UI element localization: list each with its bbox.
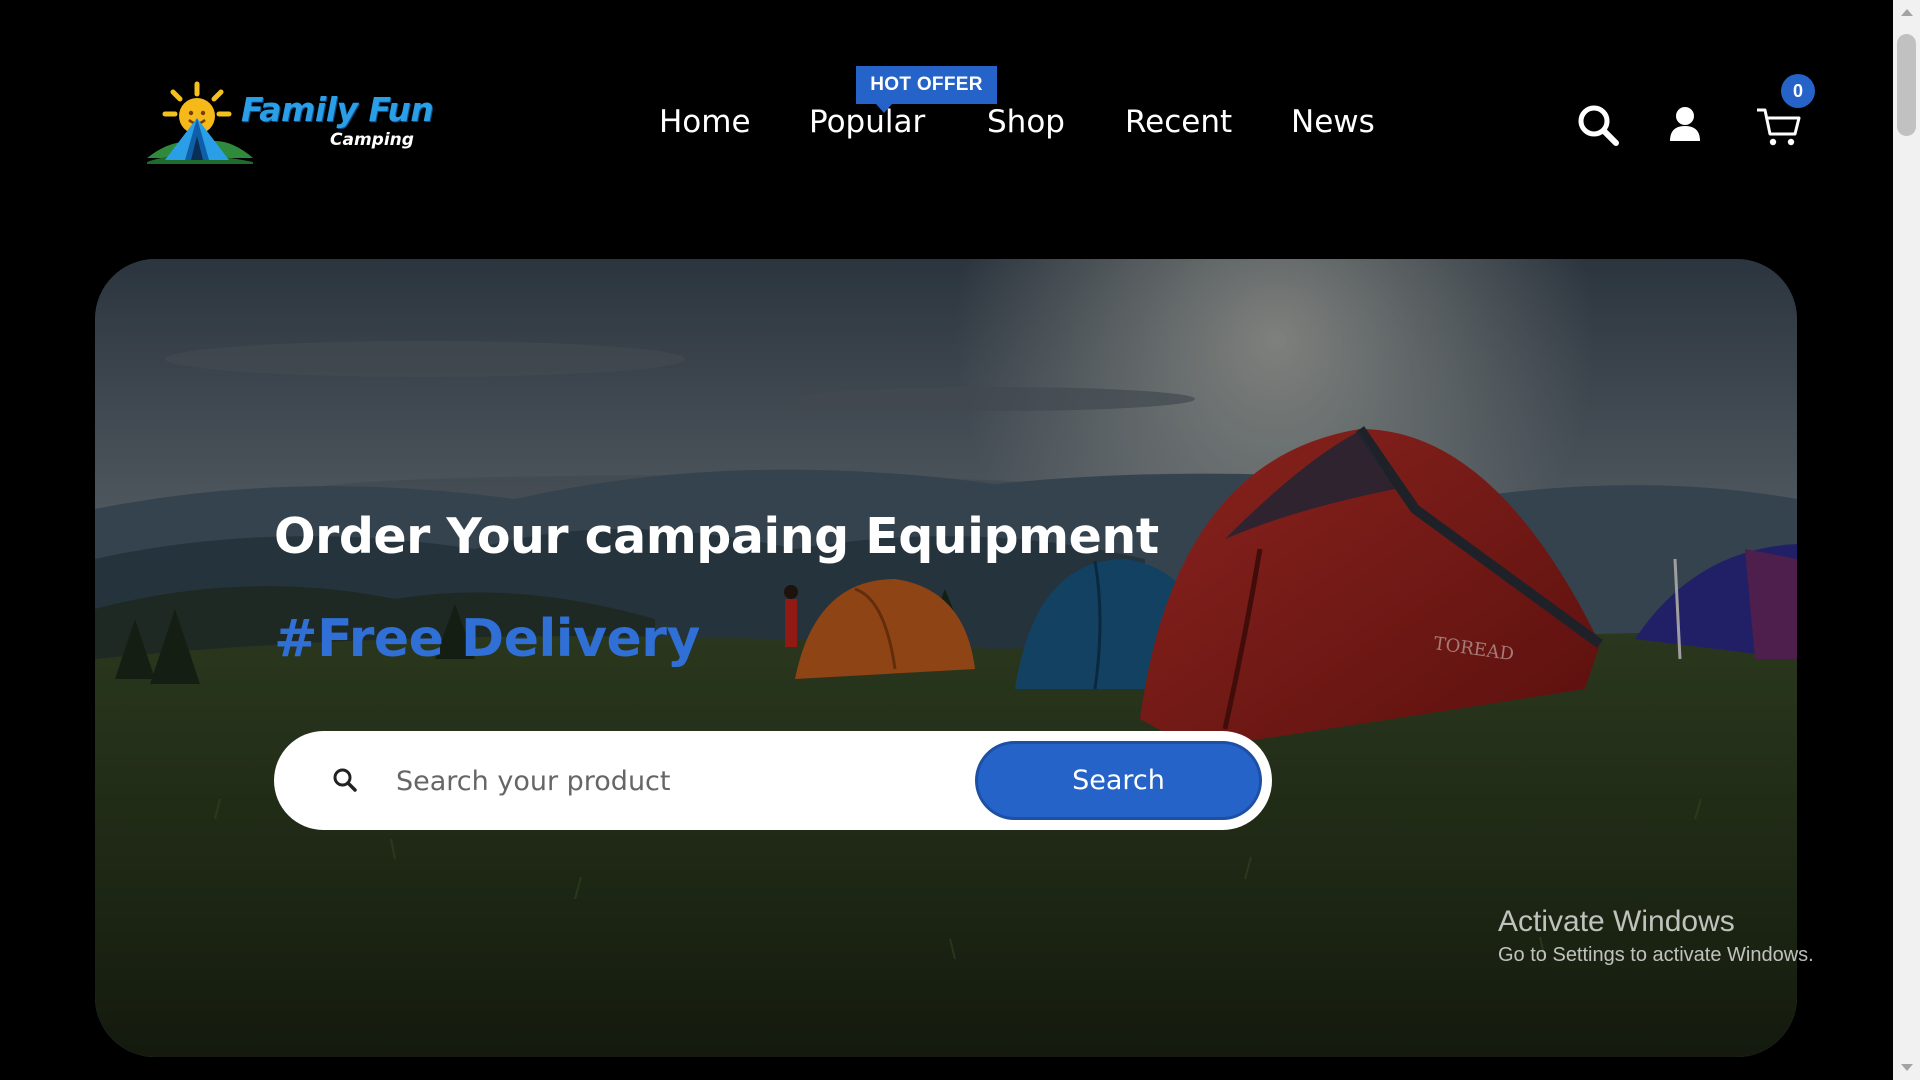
search-icon <box>332 767 358 798</box>
hero-title: Order Your campaing Equipment <box>274 508 1159 565</box>
brand-logo[interactable]: Family Fun Camping <box>145 78 434 164</box>
hot-offer-badge: HOT OFFER <box>856 66 997 113</box>
search-icon[interactable] <box>1576 103 1620 152</box>
camping-tent-logo-icon <box>147 81 253 164</box>
brand-tagline: Camping <box>330 130 414 150</box>
nav-item-recent[interactable]: Recent <box>1125 100 1232 144</box>
nav-item-shop[interactable]: Shop <box>987 100 1065 144</box>
nav-item-news[interactable]: News <box>1291 100 1375 144</box>
nav-item-home[interactable]: Home <box>659 100 751 144</box>
scroll-up-arrow-icon[interactable] <box>1901 9 1913 16</box>
vertical-scrollbar[interactable] <box>1893 0 1920 1080</box>
product-search-bar: Search <box>274 731 1272 830</box>
watermark-title: Activate Windows <box>1498 905 1735 938</box>
watermark-subtitle: Go to Settings to activate Windows. <box>1498 944 1814 966</box>
scrollbar-thumb[interactable] <box>1897 34 1916 136</box>
cart-icon[interactable] <box>1755 104 1803 153</box>
hero-tagline: #Free Delivery <box>274 609 700 669</box>
cart-count-badge: 0 <box>1781 74 1815 108</box>
windows-activation-watermark: Activate Windows Go to Settings to activ… <box>1498 904 1814 970</box>
product-search-input[interactable] <box>394 751 964 811</box>
nav-item-popular[interactable]: Popular <box>809 100 925 144</box>
search-button[interactable]: Search <box>975 741 1262 820</box>
user-icon[interactable] <box>1669 106 1701 147</box>
scroll-down-arrow-icon[interactable] <box>1901 1064 1913 1071</box>
page: Family Fun Camping HOT OFFER Home Popula… <box>0 0 1920 1080</box>
brand-name: Family Fun <box>241 90 434 129</box>
